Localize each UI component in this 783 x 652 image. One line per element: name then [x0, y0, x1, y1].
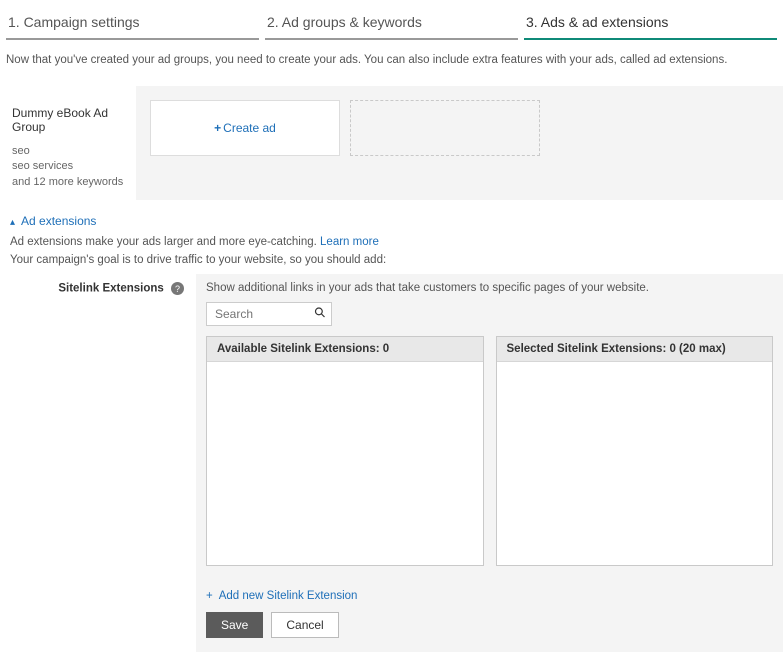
adgroup-keyword-line: seo services [12, 159, 130, 174]
sitelink-buttons: Save Cancel [206, 612, 773, 638]
ad-cards-area: +Create ad [136, 86, 783, 200]
learn-more-link[interactable]: Learn more [320, 236, 379, 248]
search-wrap [206, 302, 332, 326]
adgroup-title: Dummy eBook Ad Group [12, 106, 130, 134]
selected-sitelinks-panel: Selected Sitelink Extensions: 0 (20 max) [496, 336, 774, 566]
step-campaign-settings[interactable]: 1. Campaign settings [6, 8, 259, 40]
add-new-sitelink-link[interactable]: + Add new Sitelink Extension [206, 590, 773, 602]
step-ads-extensions[interactable]: 3. Ads & ad extensions [524, 8, 777, 40]
available-sitelinks-header: Available Sitelink Extensions: 0 [207, 337, 483, 362]
sitelink-panels: Available Sitelink Extensions: 0 Selecte… [206, 336, 773, 566]
sitelink-row: Sitelink Extensions ? Show additional li… [0, 274, 783, 652]
ad-extensions-label: Ad extensions [21, 214, 96, 228]
plus-icon: + [214, 121, 221, 135]
chevron-up-icon: ▴ [10, 217, 15, 228]
wizard-steps: 1. Campaign settings 2. Ad groups & keyw… [0, 0, 783, 40]
create-ad-link[interactable]: +Create ad [214, 121, 276, 135]
selected-sitelinks-list [497, 362, 773, 565]
sitelink-body: Show additional links in your ads that t… [196, 274, 783, 652]
sitelink-extensions-label: Sitelink Extensions [58, 283, 163, 295]
step-adgroups-keywords[interactable]: 2. Ad groups & keywords [265, 8, 518, 40]
adgroup-column: Dummy eBook Ad Group seo seo services an… [0, 86, 136, 200]
intro-text: Now that you've created your ad groups, … [0, 40, 783, 76]
available-sitelinks-panel: Available Sitelink Extensions: 0 [206, 336, 484, 566]
sitelink-label-column: Sitelink Extensions ? [0, 274, 196, 652]
help-icon[interactable]: ? [171, 282, 184, 295]
add-new-sitelink-label: Add new Sitelink Extension [219, 590, 358, 602]
adgroup-keyword-line: seo [12, 144, 130, 159]
ad-placeholder-card [350, 100, 540, 156]
available-sitelinks-list [207, 362, 483, 565]
ad-extensions-description: Ad extensions make your ads larger and m… [0, 232, 783, 250]
campaign-goal-text: Your campaign's goal is to drive traffic… [0, 250, 783, 274]
adgroup-keyword-more: and 12 more keywords [12, 175, 130, 190]
plus-icon: + [206, 590, 213, 602]
create-ad-label: Create ad [223, 121, 276, 135]
selected-sitelinks-header: Selected Sitelink Extensions: 0 (20 max) [497, 337, 773, 362]
ad-section: Dummy eBook Ad Group seo seo services an… [0, 86, 783, 200]
create-ad-card[interactable]: +Create ad [150, 100, 340, 156]
cancel-button[interactable]: Cancel [271, 612, 338, 638]
search-input[interactable] [206, 302, 332, 326]
ad-extensions-toggle[interactable]: ▴ Ad extensions [0, 200, 783, 232]
sitelink-hint: Show additional links in your ads that t… [206, 282, 773, 294]
save-button[interactable]: Save [206, 612, 263, 638]
